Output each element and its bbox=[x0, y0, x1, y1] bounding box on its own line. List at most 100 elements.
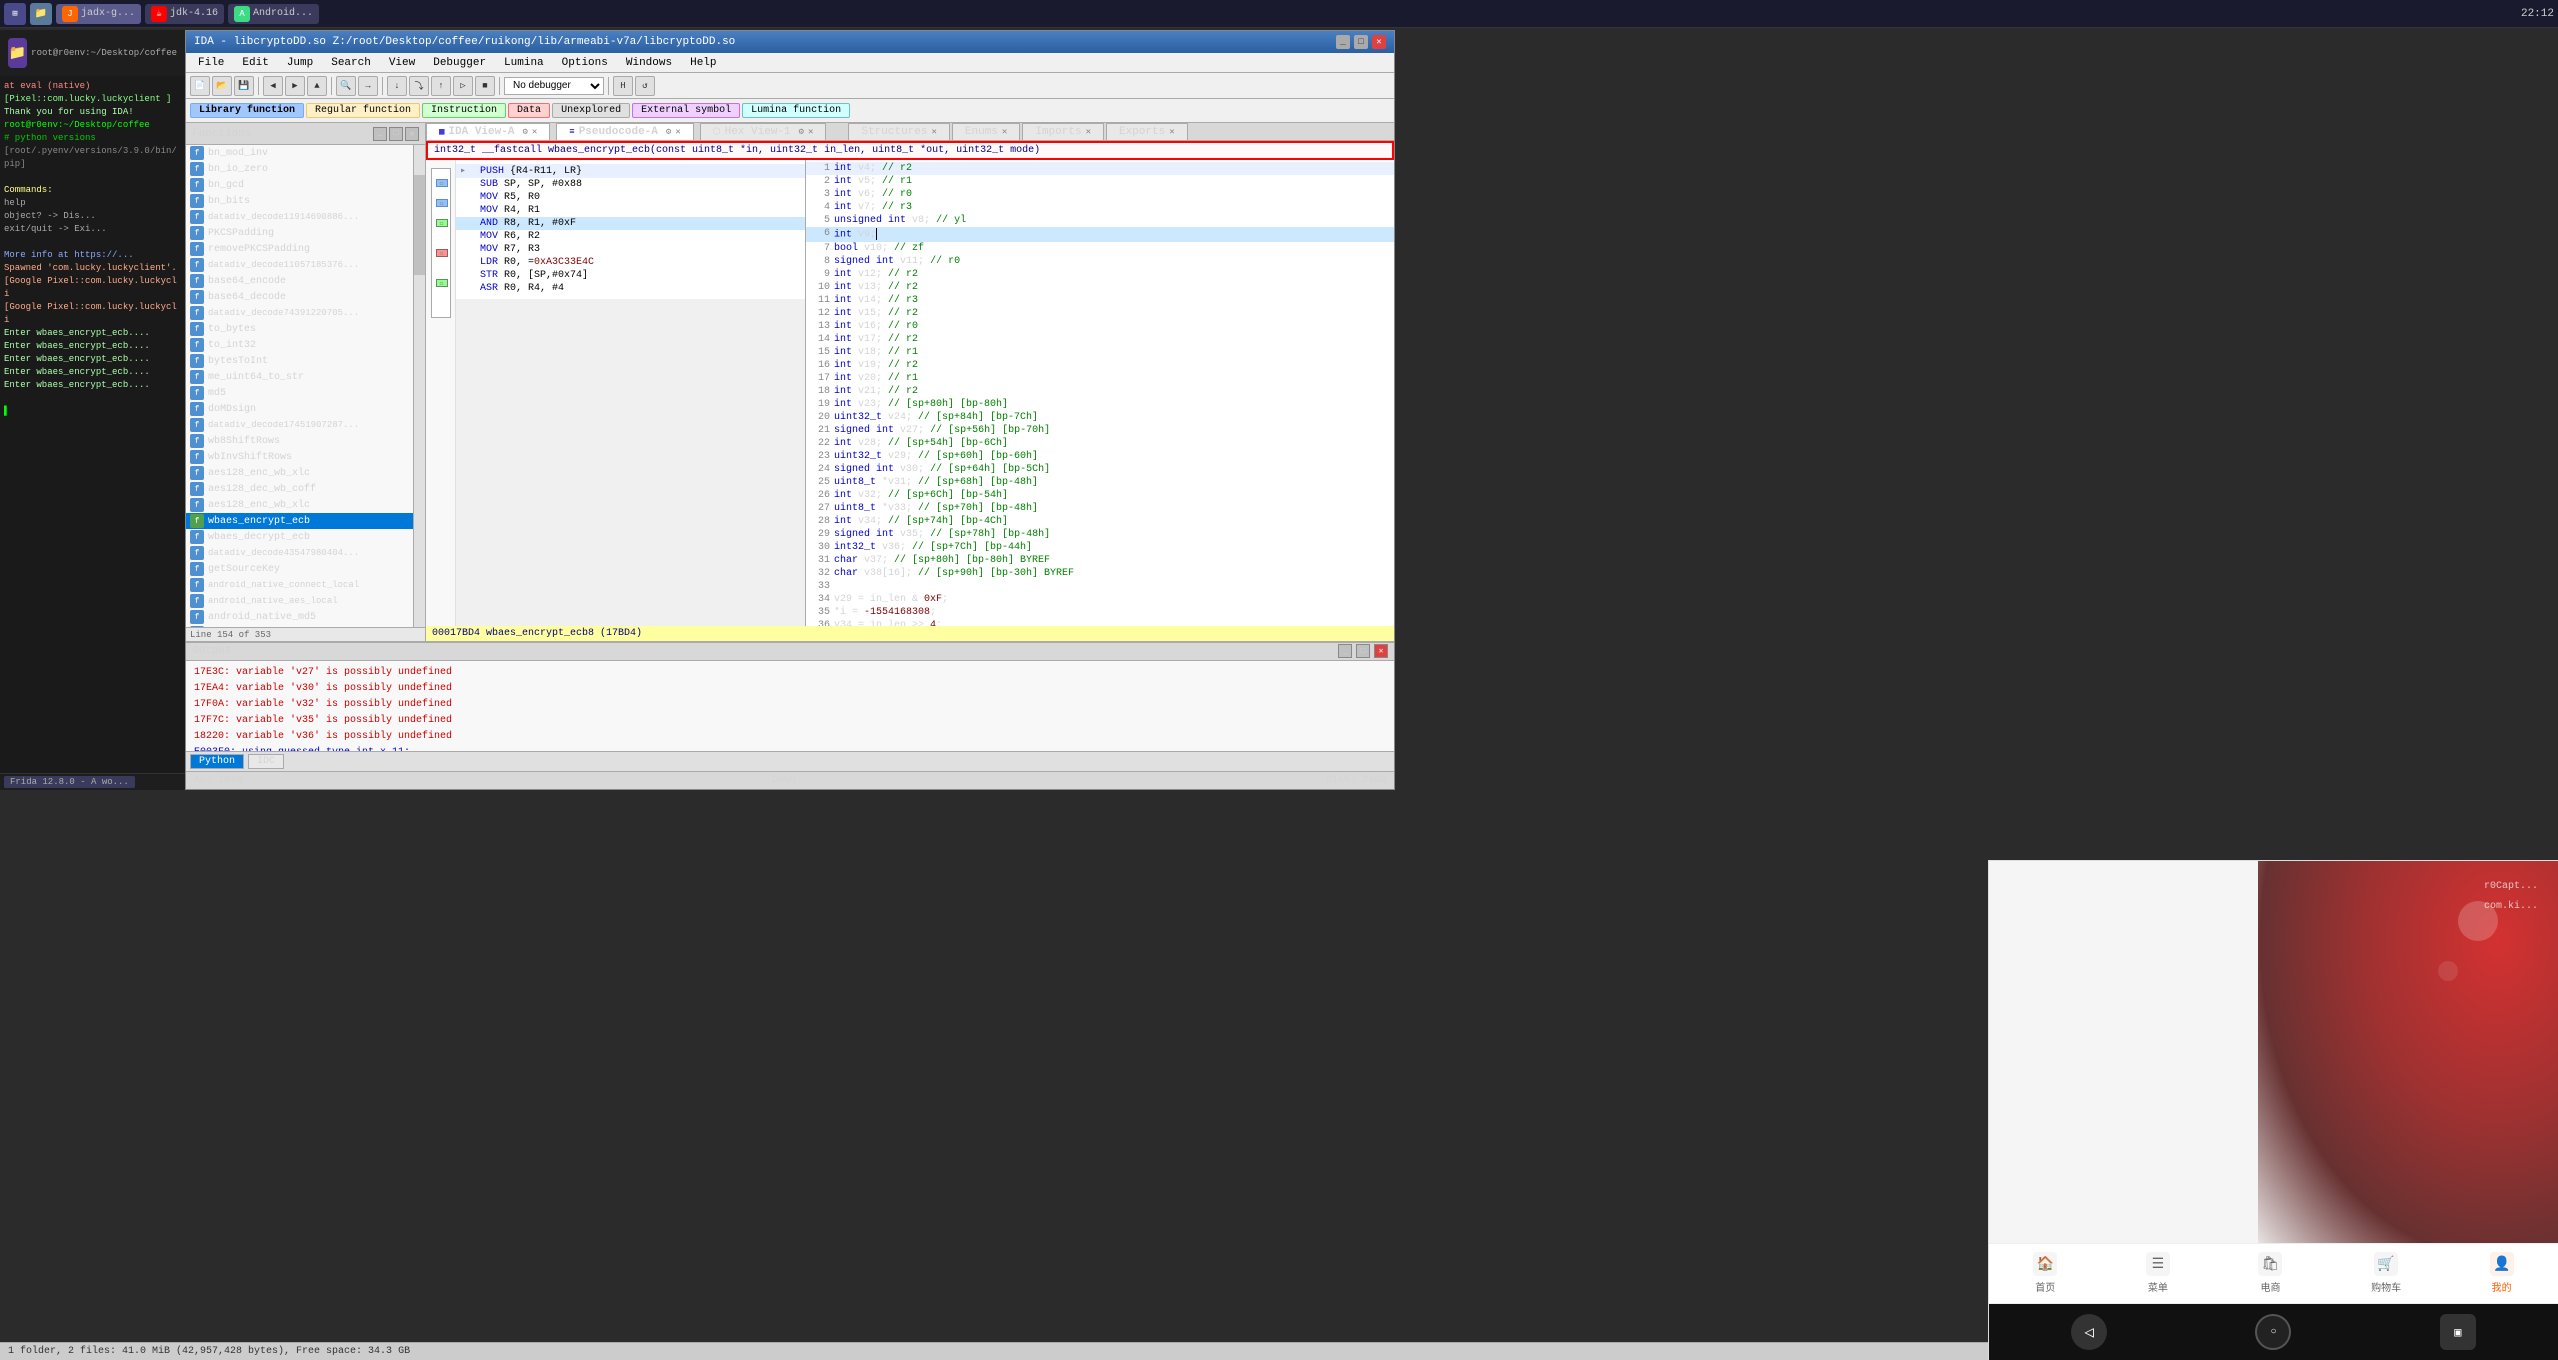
list-item[interactable]: fbase64_decode bbox=[186, 289, 413, 305]
nav-home[interactable]: 🏠 首页 bbox=[2033, 1252, 2057, 1295]
jadx-taskbar-item[interactable]: J jadx-g... bbox=[56, 4, 141, 24]
list-item[interactable]: fbn_bits bbox=[186, 193, 413, 209]
list-item[interactable]: fbase64_encode bbox=[186, 273, 413, 289]
step-over-button[interactable]: ⤵ bbox=[409, 76, 429, 96]
code-row[interactable]: MOV R4, R1 bbox=[456, 204, 805, 217]
type-library[interactable]: Library function bbox=[190, 103, 304, 118]
tab-imports-close[interactable]: ✕ bbox=[1086, 127, 1091, 137]
list-item[interactable]: fwb8ShiftRows bbox=[186, 433, 413, 449]
close-button[interactable]: ✕ bbox=[1372, 35, 1386, 49]
list-item[interactable]: fandroid_native_md5 bbox=[186, 609, 413, 625]
panel-close-btn[interactable]: ✕ bbox=[405, 127, 419, 141]
run-button[interactable]: ▷ bbox=[453, 76, 473, 96]
code-row[interactable]: SUB SP, SP, #0x88 bbox=[456, 178, 805, 191]
nav-ecommerce[interactable]: 🛍 电商 bbox=[2258, 1252, 2282, 1295]
tab-enums[interactable]: Enums ✕ bbox=[952, 123, 1020, 140]
terminal-area[interactable]: at eval (native) [Pixel::com.lucky.lucky… bbox=[0, 76, 185, 773]
tab-hex-close[interactable]: ✕ bbox=[808, 127, 813, 137]
code-row[interactable]: ASR R0, R4, #4 bbox=[456, 282, 805, 295]
address-bar[interactable]: 00017BD4 wbaes_encrypt_ecb8 (17BD4) bbox=[426, 626, 1394, 641]
forward-button[interactable]: ▶ bbox=[285, 76, 305, 96]
tab-struct-close[interactable]: ✕ bbox=[931, 127, 936, 137]
panel-maximize-btn[interactable]: □ bbox=[389, 127, 403, 141]
maximize-button[interactable]: □ bbox=[1354, 35, 1368, 49]
menu-jump[interactable]: Jump bbox=[279, 55, 321, 71]
list-item[interactable]: faes128_dec_wb_coff bbox=[186, 481, 413, 497]
hex-button[interactable]: H bbox=[613, 76, 633, 96]
list-item[interactable]: fto_bytes bbox=[186, 321, 413, 337]
menu-edit[interactable]: Edit bbox=[234, 55, 276, 71]
frida-badge[interactable]: Frida 12.8.0 - A wo... bbox=[4, 776, 135, 788]
up-button[interactable]: ▲ bbox=[307, 76, 327, 96]
nav-menu[interactable]: ☰ 菜单 bbox=[2146, 1252, 2170, 1295]
tab-enums-close[interactable]: ✕ bbox=[1002, 127, 1007, 137]
list-item[interactable]: fgetSourceKey bbox=[186, 561, 413, 577]
ida-code-scroll[interactable]: ▸PUSH {R4-R11, LR} SUB SP, SP, #0x88 MOV… bbox=[456, 160, 805, 626]
back-button[interactable]: ◀ bbox=[263, 76, 283, 96]
code-row[interactable]: ▸PUSH {R4-R11, LR} bbox=[456, 164, 805, 178]
list-item[interactable]: fdatadiv_decode11914690886... bbox=[186, 209, 413, 225]
idc-tab[interactable]: IDC bbox=[248, 754, 284, 769]
python-tab[interactable]: Python bbox=[190, 754, 244, 769]
ida-code-container[interactable]: ◻ ◻ ◻ ◻ ◻ ▸PUSH {R4-R11, bbox=[426, 160, 805, 626]
menu-view[interactable]: View bbox=[381, 55, 423, 71]
panel-minimize-btn[interactable]: _ bbox=[373, 127, 387, 141]
code-row[interactable]: MOV R5, R0 bbox=[456, 191, 805, 204]
menu-help[interactable]: Help bbox=[682, 55, 724, 71]
list-item[interactable]: fdatadiv_decode74391220705... bbox=[186, 305, 413, 321]
code-row[interactable]: MOV R7, R3 bbox=[456, 243, 805, 256]
output-close-btn[interactable]: ✕ bbox=[1374, 644, 1388, 658]
open-button[interactable]: 📂 bbox=[212, 76, 232, 96]
save-button[interactable]: 💾 bbox=[234, 76, 254, 96]
tab-exports[interactable]: Exports ✕ bbox=[1106, 123, 1188, 140]
type-lumina[interactable]: Lumina function bbox=[742, 103, 850, 118]
list-item[interactable]: fdatadiv_decode43547980404... bbox=[186, 545, 413, 561]
list-item[interactable]: fto_int32 bbox=[186, 337, 413, 353]
menu-windows[interactable]: Windows bbox=[618, 55, 680, 71]
step-out-button[interactable]: ↑ bbox=[431, 76, 451, 96]
output-minimize-btn[interactable]: _ bbox=[1338, 644, 1352, 658]
list-item[interactable]: fme_uint64_to_str bbox=[186, 369, 413, 385]
output-expand-btn[interactable]: □ bbox=[1356, 644, 1370, 658]
android-taskbar-item[interactable]: A Android... bbox=[228, 4, 319, 24]
nav-profile[interactable]: 👤 我的 bbox=[2490, 1252, 2514, 1295]
phone-back-btn[interactable]: ◁ bbox=[2071, 1314, 2107, 1350]
list-item[interactable]: fwbaes_decrypt_ecb bbox=[186, 529, 413, 545]
list-item[interactable]: fandroid_native_connect_local bbox=[186, 577, 413, 593]
list-item[interactable]: fbn_mod_inv bbox=[186, 145, 413, 161]
step-into-button[interactable]: ↓ bbox=[387, 76, 407, 96]
menu-debugger[interactable]: Debugger bbox=[425, 55, 494, 71]
jdk-taskbar-item[interactable]: ☕ jdk-4.16 bbox=[145, 4, 224, 24]
menu-lumina[interactable]: Lumina bbox=[496, 55, 552, 71]
tab-imports[interactable]: Imports ✕ bbox=[1022, 123, 1104, 140]
code-row[interactable]: STR R0, [SP,#0x74] bbox=[456, 269, 805, 282]
list-item[interactable]: fdatadiv_decode17451907287... bbox=[186, 417, 413, 433]
type-unexplored[interactable]: Unexplored bbox=[552, 103, 630, 118]
phone-recents-btn[interactable]: ▣ bbox=[2440, 1314, 2476, 1350]
list-item[interactable]: fremovePKCSPadding bbox=[186, 241, 413, 257]
go-button[interactable]: → bbox=[358, 76, 378, 96]
tab-exports-close[interactable]: ✕ bbox=[1169, 127, 1174, 137]
file-manager-icon[interactable]: 📁 bbox=[30, 3, 52, 25]
pseudo-row-editing[interactable]: 6 int v9; bbox=[806, 227, 1394, 242]
list-item[interactable]: fdatadiv_decode11057185376... bbox=[186, 257, 413, 273]
tab-pseudocode[interactable]: ≡ Pseudocode-A ⚙ ✕ bbox=[556, 123, 693, 140]
tab-structures[interactable]: Structures ✕ bbox=[848, 123, 949, 140]
pseudocode-content[interactable]: 1 int v4; // r2 2 int v5; // r1 3 int v6… bbox=[806, 160, 1394, 626]
list-item-selected[interactable]: fwbaes_encrypt_ecb bbox=[186, 513, 413, 529]
minimize-button[interactable]: _ bbox=[1336, 35, 1350, 49]
tab-ida-settings[interactable]: ⚙ bbox=[522, 127, 527, 137]
code-row[interactable]: MOV R6, R2 bbox=[456, 230, 805, 243]
list-item[interactable]: fandroid_native_aes_local bbox=[186, 593, 413, 609]
code-row[interactable]: LDR R0, =0xA3C33E4C bbox=[456, 256, 805, 269]
function-list[interactable]: fbn_mod_inv fbn_io_zero fbn_gcd fbn_bits… bbox=[186, 145, 413, 627]
list-item[interactable]: fbn_gcd bbox=[186, 177, 413, 193]
file-icon[interactable]: 📁 bbox=[8, 38, 27, 68]
menu-file[interactable]: File bbox=[190, 55, 232, 71]
tab-hex-settings[interactable]: ⚙ bbox=[799, 127, 804, 137]
list-item[interactable]: fwbInvShiftRows bbox=[186, 449, 413, 465]
tab-hex-view[interactable]: ⬡ Hex View-1 ⚙ ✕ bbox=[700, 123, 827, 140]
list-item[interactable]: fPKCSPadding bbox=[186, 225, 413, 241]
output-content[interactable]: 17E3C: variable 'v27' is possibly undefi… bbox=[186, 661, 1394, 751]
search-button[interactable]: 🔍 bbox=[336, 76, 356, 96]
